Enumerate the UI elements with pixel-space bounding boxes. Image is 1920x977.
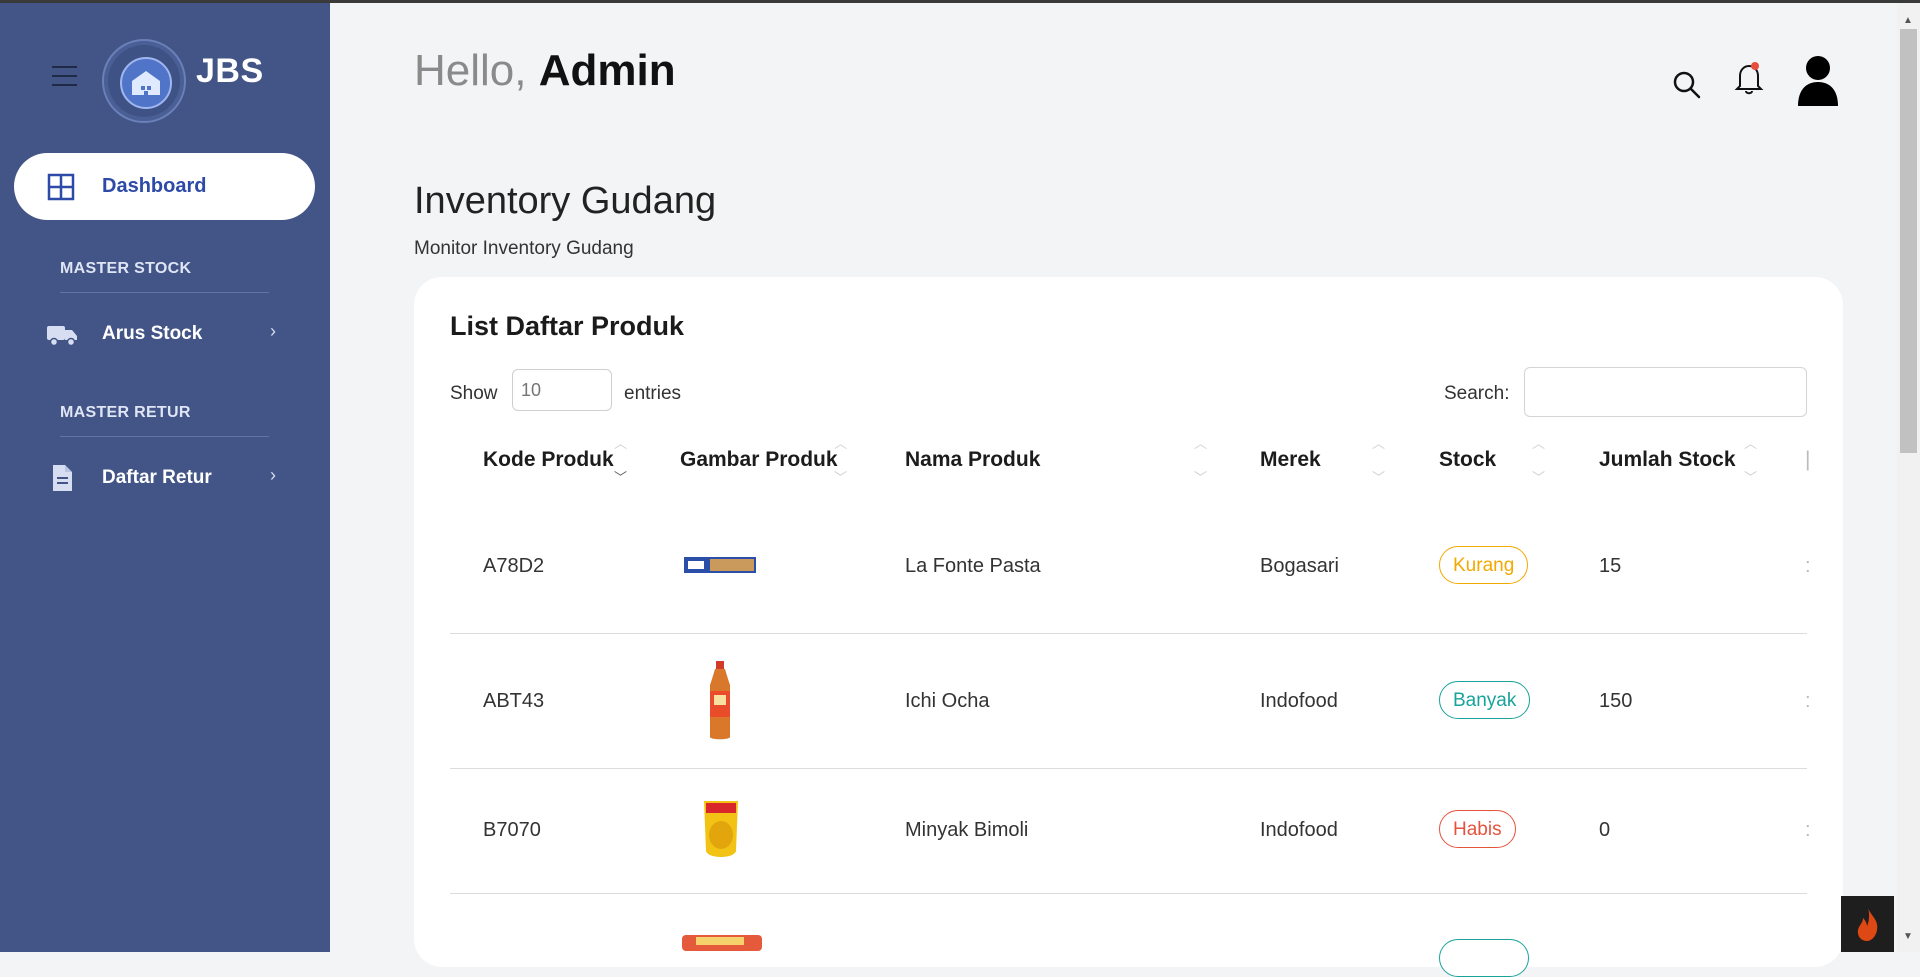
table-cell-clipped: : xyxy=(1805,819,1811,841)
scroll-up-arrow-icon[interactable]: ▲ xyxy=(1903,15,1913,26)
table-cell-jumlah: 150 xyxy=(1599,690,1633,712)
user-icon[interactable] xyxy=(1796,54,1840,106)
table-cell-merek: Indofood xyxy=(1260,819,1338,841)
company-logo xyxy=(102,39,186,123)
divider xyxy=(60,292,269,293)
sort-desc-icon: ﹀ xyxy=(1532,470,1546,485)
chevron-right-icon: › xyxy=(270,465,276,485)
scroll-down-arrow-icon[interactable]: ▼ xyxy=(1903,931,1913,942)
stock-status-badge: Kurang xyxy=(1439,546,1529,584)
tea-bottle-image xyxy=(710,661,730,740)
flame-icon xyxy=(1857,908,1878,941)
table-cell-nama: La Fonte Pasta xyxy=(905,555,1041,577)
search-icon[interactable] xyxy=(1672,70,1702,100)
grid-icon xyxy=(47,173,75,201)
sort-asc-icon: ︿ xyxy=(1372,436,1386,451)
entries-label: entries xyxy=(624,383,682,404)
user-name: Admin xyxy=(538,46,676,95)
table-cell-merek: Indofood xyxy=(1260,690,1338,712)
sort-asc-icon: ︿ xyxy=(1532,436,1546,451)
sidebar-item-daftar-retur[interactable]: Daftar Retur › xyxy=(0,458,330,498)
column-header-gambar-produk[interactable]: Gambar Produk xyxy=(680,448,838,472)
table-cell-nama: Minyak Bimoli xyxy=(905,819,1029,841)
greeting: Hello, Admin xyxy=(414,46,676,96)
row-divider xyxy=(450,768,1807,769)
sidebar: JBS Dashboard MASTER STOCK Arus Stock › … xyxy=(0,3,330,952)
bell-icon[interactable] xyxy=(1734,60,1764,96)
sort-desc-icon: ﹀ xyxy=(1372,470,1386,485)
column-header-stock[interactable]: Stock xyxy=(1439,448,1496,472)
menu-toggle-icon[interactable] xyxy=(52,66,77,88)
column-header-kode-produk[interactable]: Kode Produk xyxy=(483,448,614,472)
card-title: List Daftar Produk xyxy=(450,311,685,341)
truck-icon xyxy=(47,326,77,347)
row-divider xyxy=(450,633,1807,634)
sidebar-item-dashboard[interactable]: Dashboard xyxy=(14,153,315,220)
table-cell-clipped: : xyxy=(1805,555,1811,577)
debug-toolbar-button[interactable] xyxy=(1841,896,1894,952)
stock-status-badge: Habis xyxy=(1439,810,1516,848)
warehouse-logo-icon xyxy=(120,57,172,109)
sort-asc-icon: ︿ xyxy=(834,436,848,451)
table-cell-jumlah: 0 xyxy=(1599,819,1611,841)
page-scrollbar[interactable]: ▲ ▼ xyxy=(1897,3,1920,952)
sort-desc-icon: ﹀ xyxy=(1194,470,1208,485)
sort-asc-icon: ︿ xyxy=(1194,436,1208,451)
sort-desc-icon: ﹀ xyxy=(614,470,628,485)
greeting-text: Hello, xyxy=(414,46,527,95)
document-icon xyxy=(53,465,72,491)
table-cell-kode: A78D2 xyxy=(483,555,545,577)
table-cell-kode: B7070 xyxy=(483,819,541,841)
column-header-jumlah-stock[interactable]: Jumlah Stock xyxy=(1599,448,1736,472)
sidebar-item-arus-stock[interactable]: Arus Stock › xyxy=(0,314,330,354)
sort-desc-icon: ﹀ xyxy=(1744,470,1758,485)
product-image-partial xyxy=(682,935,762,951)
product-list-card: List Daftar Produk Show entries Search: … xyxy=(414,277,1843,977)
stock-status-badge: Banyak xyxy=(1439,681,1531,719)
table-search-input[interactable] xyxy=(1524,367,1807,417)
oil-pouch-image xyxy=(704,801,738,857)
sort-asc-icon: ︿ xyxy=(1744,436,1758,451)
column-header-merek[interactable]: Merek xyxy=(1260,448,1321,472)
search-label: Search: xyxy=(1444,383,1510,404)
section-title-master-retur: MASTER RETUR xyxy=(60,404,191,421)
brand-name: JBS xyxy=(196,52,264,90)
table-cell-clipped: : xyxy=(1805,690,1811,712)
table-cell-merek: Bogasari xyxy=(1260,555,1339,577)
sidebar-item-label: Daftar Retur xyxy=(102,467,212,488)
sort-asc-icon: ︿ xyxy=(614,436,628,451)
notification-dot xyxy=(1751,62,1759,70)
sidebar-item-label: Dashboard xyxy=(102,175,207,197)
stock-status-badge-partial xyxy=(1439,939,1529,977)
column-header-nama-produk[interactable]: Nama Produk xyxy=(905,448,1040,472)
section-title-master-stock: MASTER STOCK xyxy=(60,260,192,277)
divider xyxy=(60,436,269,437)
show-label: Show xyxy=(450,383,498,404)
sidebar-item-label: Arus Stock xyxy=(102,323,203,344)
table-cell-kode: ABT43 xyxy=(483,690,545,712)
table-cell-jumlah: 15 xyxy=(1599,555,1622,577)
scroll-thumb[interactable] xyxy=(1900,29,1917,453)
page-title: Inventory Gudang xyxy=(414,180,717,222)
page-subtitle: Monitor Inventory Gudang xyxy=(414,238,634,259)
chevron-right-icon: › xyxy=(270,321,276,341)
row-divider xyxy=(450,893,1807,894)
table-cell-nama: Ichi Ocha xyxy=(905,690,990,712)
column-header-clipped: | xyxy=(1805,448,1811,471)
pasta-package-image xyxy=(684,557,756,573)
sort-desc-icon: ﹀ xyxy=(834,470,848,485)
entries-per-page-input[interactable] xyxy=(512,369,612,411)
